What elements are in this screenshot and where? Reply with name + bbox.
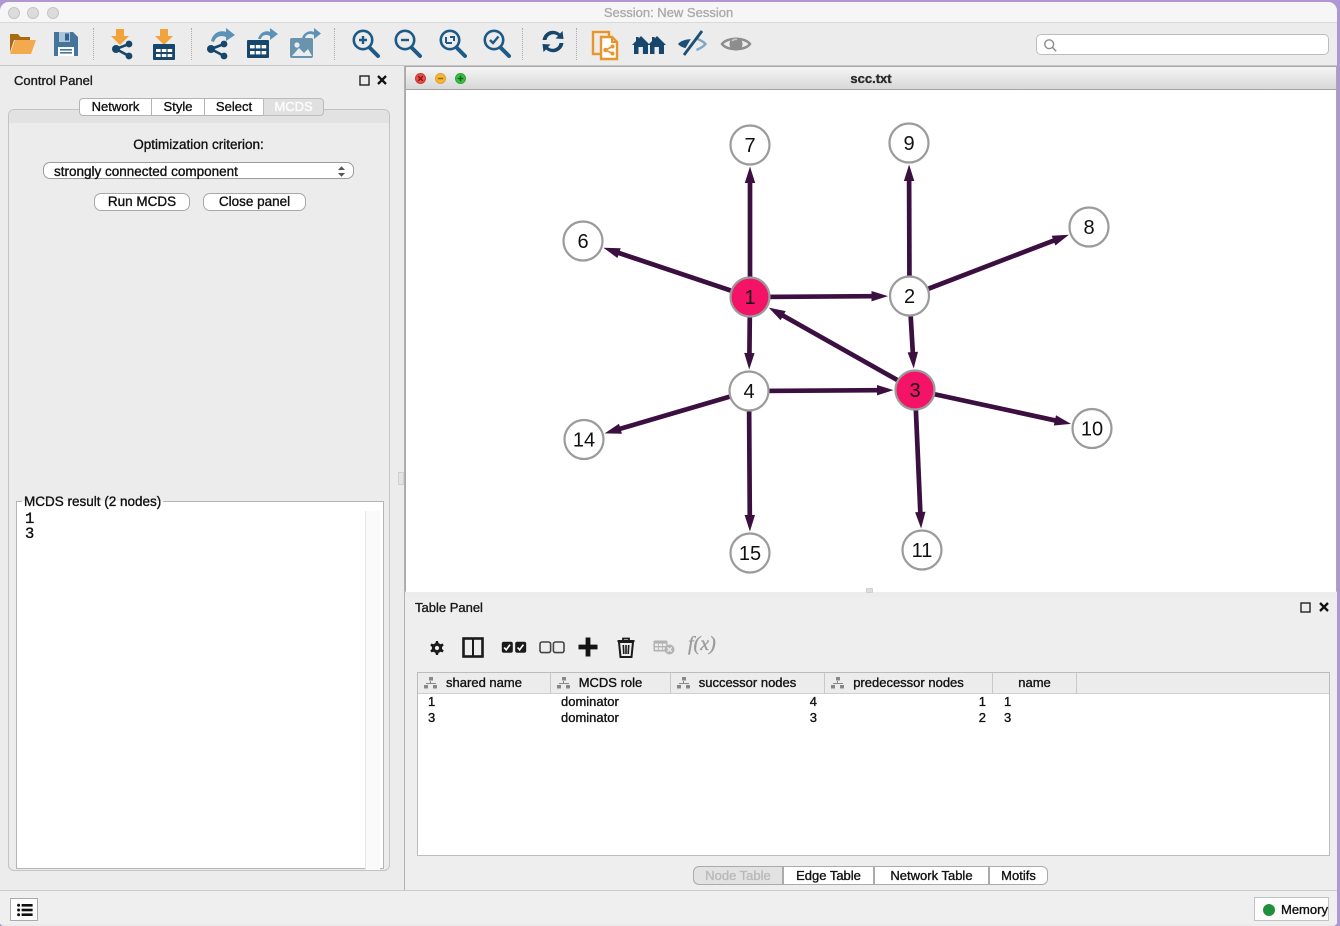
svg-text:3: 3 xyxy=(909,380,920,402)
svg-text:2: 2 xyxy=(904,286,915,308)
svg-text:1: 1 xyxy=(744,287,755,309)
svg-text:8: 8 xyxy=(1083,217,1094,239)
svg-text:4: 4 xyxy=(743,381,754,403)
svg-text:14: 14 xyxy=(573,430,595,452)
svg-text:9: 9 xyxy=(903,133,914,155)
svg-text:7: 7 xyxy=(744,135,755,157)
svg-text:11: 11 xyxy=(912,540,933,562)
svg-text:6: 6 xyxy=(577,231,588,253)
svg-text:10: 10 xyxy=(1081,419,1103,441)
svg-text:15: 15 xyxy=(739,543,761,565)
